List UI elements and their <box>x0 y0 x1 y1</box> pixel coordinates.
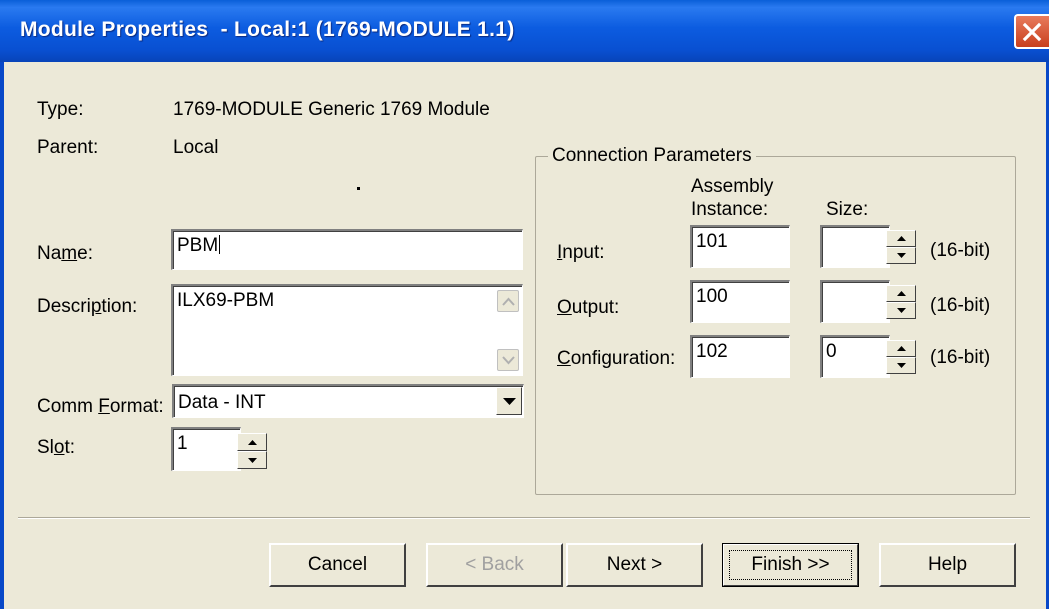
connection-parameters-caption: Connection Parameters <box>548 145 756 167</box>
comm-format-label: Comm Format: <box>37 396 164 417</box>
type-label: Type: <box>37 99 84 120</box>
size-header: Size: <box>826 199 869 220</box>
type-value: 1769-MODULE Generic 1769 Module <box>173 99 490 120</box>
configuration-unit: (16-bit) <box>930 347 991 368</box>
slot-spin-up[interactable] <box>237 433 267 451</box>
output-label: Output: <box>557 297 620 318</box>
input-size-spin-up[interactable] <box>886 230 916 247</box>
spin-up-icon <box>897 236 906 241</box>
configuration-size-spin-down[interactable] <box>886 357 916 374</box>
assembly-header-line1: Assembly <box>691 176 774 197</box>
output-instance-field[interactable]: 100 <box>690 280 790 323</box>
close-button[interactable] <box>1014 14 1049 49</box>
output-size-field[interactable] <box>820 280 890 323</box>
button-divider <box>18 517 1030 519</box>
output-size-spin-down[interactable] <box>886 302 916 319</box>
configuration-label: Configuration: <box>557 348 676 369</box>
stray-dot <box>357 187 360 190</box>
spin-down-icon <box>897 253 906 258</box>
spin-up-icon <box>897 346 906 351</box>
close-icon <box>1022 22 1042 42</box>
output-unit: (16-bit) <box>930 295 991 316</box>
back-button[interactable]: < Back <box>426 543 563 587</box>
input-unit: (16-bit) <box>930 240 991 261</box>
parent-value: Local <box>173 137 219 158</box>
input-size-field[interactable] <box>820 225 890 268</box>
slot-input[interactable]: 1 <box>171 427 241 471</box>
input-size-stepper[interactable] <box>886 230 916 264</box>
window-frame-left <box>0 62 4 609</box>
assembly-header-line2: Instance: <box>691 199 769 220</box>
input-label: Input: <box>557 242 605 263</box>
focus-rectangle <box>729 550 852 580</box>
spin-up-icon <box>248 440 257 445</box>
output-size-spin-up[interactable] <box>886 285 916 302</box>
input-size-spin-down[interactable] <box>886 247 916 264</box>
connection-parameters-group <box>535 156 1016 495</box>
slot-spin-down[interactable] <box>237 451 267 469</box>
scroll-up-button[interactable] <box>497 290 519 312</box>
window-title: Module Properties - Local:1 (1769-MODULE… <box>20 18 515 41</box>
scroll-down-button[interactable] <box>497 349 519 371</box>
configuration-size-field[interactable]: 0 <box>820 335 890 378</box>
dropdown-button[interactable] <box>496 387 522 415</box>
finish-button[interactable]: Finish >> <box>722 543 859 587</box>
slot-label: Slot: <box>37 437 76 458</box>
scroll-down-icon <box>502 356 515 365</box>
description-label: Description: <box>37 296 138 317</box>
help-button[interactable]: Help <box>879 543 1016 587</box>
cancel-button[interactable]: Cancel <box>269 543 406 587</box>
output-size-stepper[interactable] <box>886 285 916 319</box>
spin-down-icon <box>897 308 906 313</box>
title-bar[interactable]: Module Properties - Local:1 (1769-MODULE… <box>0 0 1049 62</box>
input-instance-field[interactable]: 101 <box>690 225 790 268</box>
description-textarea[interactable]: ILX69-PBM <box>171 284 523 376</box>
slot-stepper[interactable] <box>237 433 267 469</box>
scroll-up-icon <box>502 297 515 306</box>
dropdown-arrow-icon <box>503 398 516 405</box>
name-label: Name: <box>37 243 93 264</box>
parent-label: Parent: <box>37 137 99 158</box>
name-input[interactable]: PBM <box>171 229 523 270</box>
configuration-size-spin-up[interactable] <box>886 340 916 357</box>
configuration-size-stepper[interactable] <box>886 340 916 374</box>
spin-down-icon <box>897 363 906 368</box>
next-button[interactable]: Next > <box>566 543 703 587</box>
spin-up-icon <box>897 291 906 296</box>
comm-format-select[interactable]: Data - INT <box>172 384 524 418</box>
text-caret <box>219 235 221 254</box>
configuration-instance-field[interactable]: 102 <box>690 335 790 378</box>
spin-down-icon <box>248 458 257 463</box>
